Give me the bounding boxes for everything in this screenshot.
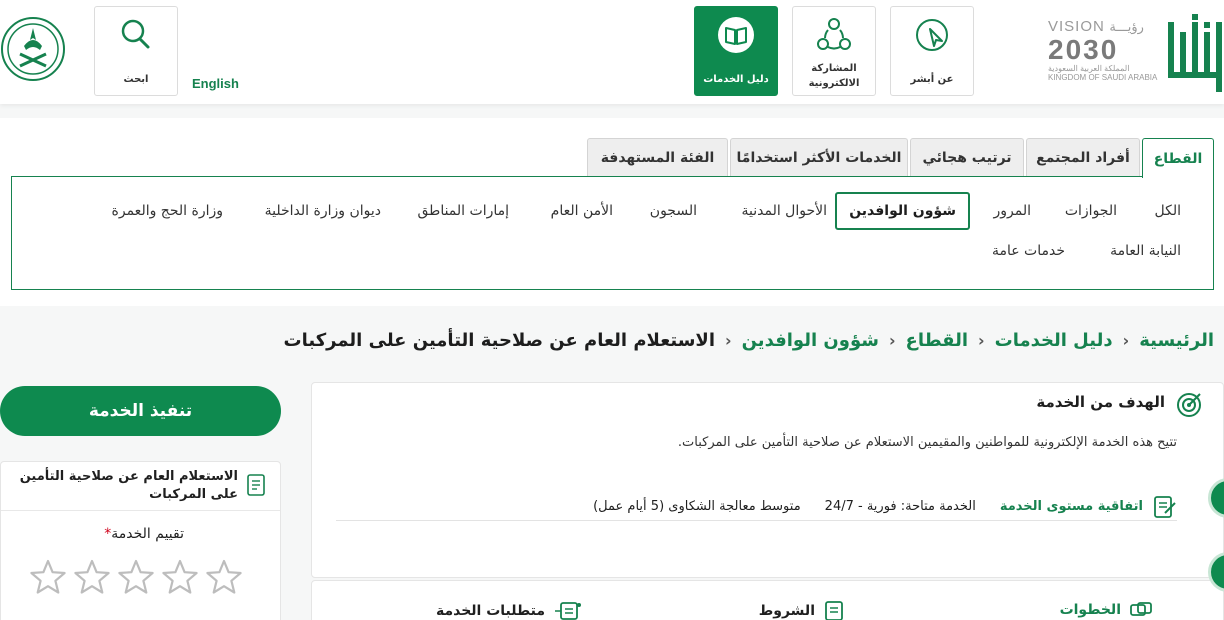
goal-description: تتيح هذه الخدمة الإلكترونية للمواطنين وا… bbox=[677, 435, 1177, 450]
category-regions[interactable]: إمارات المناطق bbox=[418, 203, 510, 219]
vision-year: 2030 bbox=[1048, 34, 1119, 65]
target-icon bbox=[1177, 393, 1201, 417]
search-icon bbox=[121, 19, 150, 49]
category-civil-affairs[interactable]: الأحوال المدنية bbox=[742, 203, 828, 219]
tab-most-used[interactable]: الخدمات الأكثر استخدامًا bbox=[730, 138, 908, 176]
star-icon[interactable] bbox=[205, 558, 243, 596]
tab-alphabetical[interactable]: ترتيب هجائي bbox=[910, 138, 1024, 176]
nav-about-absher[interactable]: عن أبشر bbox=[890, 6, 974, 96]
absher-logo[interactable] bbox=[1162, 14, 1224, 94]
category-prisons[interactable]: السجون bbox=[650, 203, 697, 219]
breadcrumb: الرئيسية ‹ دليل الخدمات ‹ القطاع ‹ شؤون … bbox=[284, 330, 1215, 351]
category-public-security[interactable]: الأمن العام bbox=[551, 203, 613, 219]
tab-community[interactable]: أفراد المجتمع bbox=[1026, 138, 1140, 176]
category-all[interactable]: الكل bbox=[1155, 203, 1182, 219]
nav-participation-label: المشاركة الالكترونية bbox=[793, 61, 875, 91]
tab-target-group[interactable]: الفئة المستهدفة bbox=[587, 138, 728, 176]
vision-en-line: KINGDOM OF SAUDI ARABIA bbox=[1048, 73, 1158, 82]
breadcrumb-separator-icon: ‹ bbox=[978, 331, 985, 350]
list-document-icon bbox=[825, 601, 843, 620]
section-requirements[interactable]: متطلبات الخدمة bbox=[436, 601, 583, 620]
sla-row: اتفاقية مستوى الخدمة الخدمة متاحة: فورية… bbox=[336, 493, 1177, 521]
nav-services-guide[interactable]: دليل الخدمات bbox=[694, 6, 778, 96]
search-label: ابحث bbox=[123, 74, 149, 85]
star-icon[interactable] bbox=[73, 558, 111, 596]
category-panel: الكل الجوازات المرور شؤون الوافدين الأحو… bbox=[11, 176, 1214, 290]
vision-2030-logo: VISION رؤيـــة 2030 المملكة العربية السع… bbox=[1048, 18, 1158, 94]
vision-arabic: رؤيـــة bbox=[1109, 19, 1144, 34]
breadcrumb-separator-icon: ‹ bbox=[888, 331, 896, 350]
divider bbox=[1, 510, 280, 511]
breadcrumb-home[interactable]: الرئيسية bbox=[1139, 330, 1214, 351]
rating-label: تقييم الخدمة* bbox=[98, 526, 184, 542]
sector-tabs-area: القطاع أفراد المجتمع ترتيب هجائي الخدمات… bbox=[0, 118, 1224, 306]
side-service-name: الاستعلام العام عن صلاحية التأمين على ال… bbox=[19, 469, 238, 502]
document-check-icon bbox=[1154, 495, 1176, 518]
star-icon[interactable] bbox=[29, 558, 67, 596]
vision-ar-line: المملكة العربية السعودية bbox=[1048, 64, 1130, 73]
rating-label-text: تقييم الخدمة bbox=[111, 526, 184, 542]
breadcrumb-separator-icon: ‹ bbox=[725, 331, 732, 350]
site-header: VISION رؤيـــة 2030 المملكة العربية السع… bbox=[0, 0, 1224, 104]
goal-title: الهدف من الخدمة bbox=[1036, 393, 1165, 411]
vision-title: VISION bbox=[1048, 18, 1105, 35]
section-conditions-label: الشروط bbox=[758, 603, 815, 619]
category-interior-ministry[interactable]: ديوان وزارة الداخلية bbox=[265, 203, 381, 219]
breadcrumb-current: الاستعلام العام عن صلاحية التأمين على ال… bbox=[283, 330, 716, 351]
sla-complaints: متوسط معالجة الشكاوى (5 أيام عمل) bbox=[593, 499, 801, 514]
share-nodes-icon bbox=[817, 18, 851, 50]
breadcrumb-expatriates[interactable]: شؤون الوافدين bbox=[742, 330, 879, 351]
star-icon[interactable] bbox=[117, 558, 155, 596]
category-passports[interactable]: الجوازات bbox=[1065, 203, 1117, 219]
nav-participation-line2: الالكترونية bbox=[808, 78, 860, 89]
rating-card: الاستعلام العام عن صلاحية التأمين على ال… bbox=[0, 461, 281, 620]
category-hajj[interactable]: وزارة الحج والعمرة bbox=[112, 203, 223, 219]
category-public-prosecution[interactable]: النيابة العامة bbox=[1110, 243, 1181, 259]
nav-e-participation[interactable]: المشاركة الالكترونية bbox=[792, 6, 876, 96]
nav-guide-label: دليل الخدمات bbox=[703, 74, 769, 85]
star-icon[interactable] bbox=[161, 558, 199, 596]
breadcrumb-separator-icon: ‹ bbox=[1122, 331, 1130, 350]
nav-about-label: عن أبشر bbox=[910, 74, 954, 85]
sla-label[interactable]: اتفاقية مستوى الخدمة bbox=[1000, 499, 1143, 514]
section-requirements-label: متطلبات الخدمة bbox=[435, 603, 545, 619]
breadcrumb-services-guide[interactable]: دليل الخدمات bbox=[995, 330, 1113, 351]
category-general-services[interactable]: خدمات عامة bbox=[992, 243, 1065, 259]
rating-stars bbox=[29, 558, 243, 596]
book-icon bbox=[718, 17, 754, 53]
section-steps[interactable]: الخطوات bbox=[1060, 601, 1153, 619]
search-button[interactable]: ابحث bbox=[94, 6, 178, 96]
nav-participation-line1: المشاركة bbox=[811, 63, 857, 74]
tab-sector[interactable]: القطاع bbox=[1142, 138, 1214, 178]
service-sections-card: الخطوات الشروط متطلبات الخدمة bbox=[311, 580, 1224, 620]
category-traffic[interactable]: المرور bbox=[994, 203, 1032, 219]
requirements-icon bbox=[555, 602, 581, 620]
breadcrumb-sector[interactable]: القطاع bbox=[906, 330, 968, 351]
execute-service-button[interactable]: تنفيذ الخدمة bbox=[0, 386, 281, 436]
language-toggle[interactable]: English bbox=[192, 76, 239, 91]
cursor-pointer-icon bbox=[916, 19, 948, 51]
section-conditions[interactable]: الشروط bbox=[759, 601, 845, 620]
saudi-emblem-icon bbox=[1, 17, 65, 81]
service-info-card: الهدف من الخدمة تتيح هذه الخدمة الإلكترو… bbox=[311, 382, 1224, 578]
steps-icon bbox=[1130, 602, 1152, 616]
sla-availability: الخدمة متاحة: فورية - 24/7 bbox=[824, 499, 976, 514]
service-document-icon bbox=[247, 474, 265, 496]
section-steps-label: الخطوات bbox=[1059, 602, 1121, 618]
category-expatriates[interactable]: شؤون الوافدين bbox=[835, 192, 970, 230]
